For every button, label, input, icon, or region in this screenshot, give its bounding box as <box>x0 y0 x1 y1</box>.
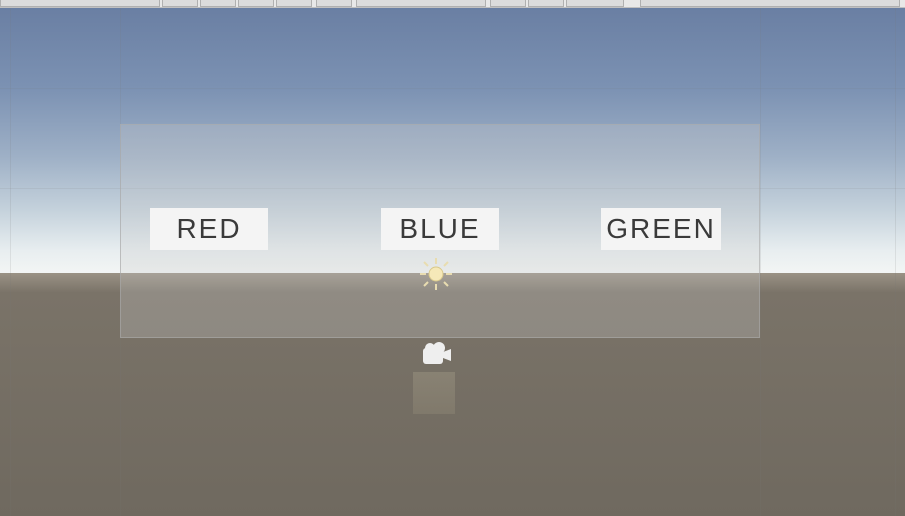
button-label: GREEN <box>606 213 716 245</box>
blue-button[interactable]: BLUE <box>381 208 499 250</box>
toolbar-segment[interactable] <box>200 0 236 7</box>
toolbar-segment[interactable] <box>316 0 352 7</box>
toolbar-segment[interactable] <box>528 0 564 7</box>
toolbar-segment[interactable] <box>276 0 312 7</box>
button-label: BLUE <box>399 213 480 245</box>
toolbar-segment[interactable] <box>356 0 486 7</box>
toolbar-segment[interactable] <box>490 0 526 7</box>
grid-line <box>10 8 11 516</box>
scene-view[interactable]: RED BLUE GREEN <box>0 8 905 516</box>
toolbar-segment[interactable] <box>640 0 900 7</box>
grid-line <box>0 88 905 89</box>
red-button[interactable]: RED <box>150 208 268 250</box>
toolbar-segment[interactable] <box>566 0 624 7</box>
cube-gameobject[interactable] <box>413 372 455 414</box>
green-button[interactable]: GREEN <box>601 208 721 250</box>
scene-toolbar <box>0 0 905 8</box>
toolbar-segment[interactable] <box>162 0 198 7</box>
button-label: RED <box>176 213 241 245</box>
toolbar-segment[interactable] <box>238 0 274 7</box>
grid-line <box>895 8 896 516</box>
toolbar-segment[interactable] <box>0 0 160 7</box>
grid-line <box>760 8 761 516</box>
